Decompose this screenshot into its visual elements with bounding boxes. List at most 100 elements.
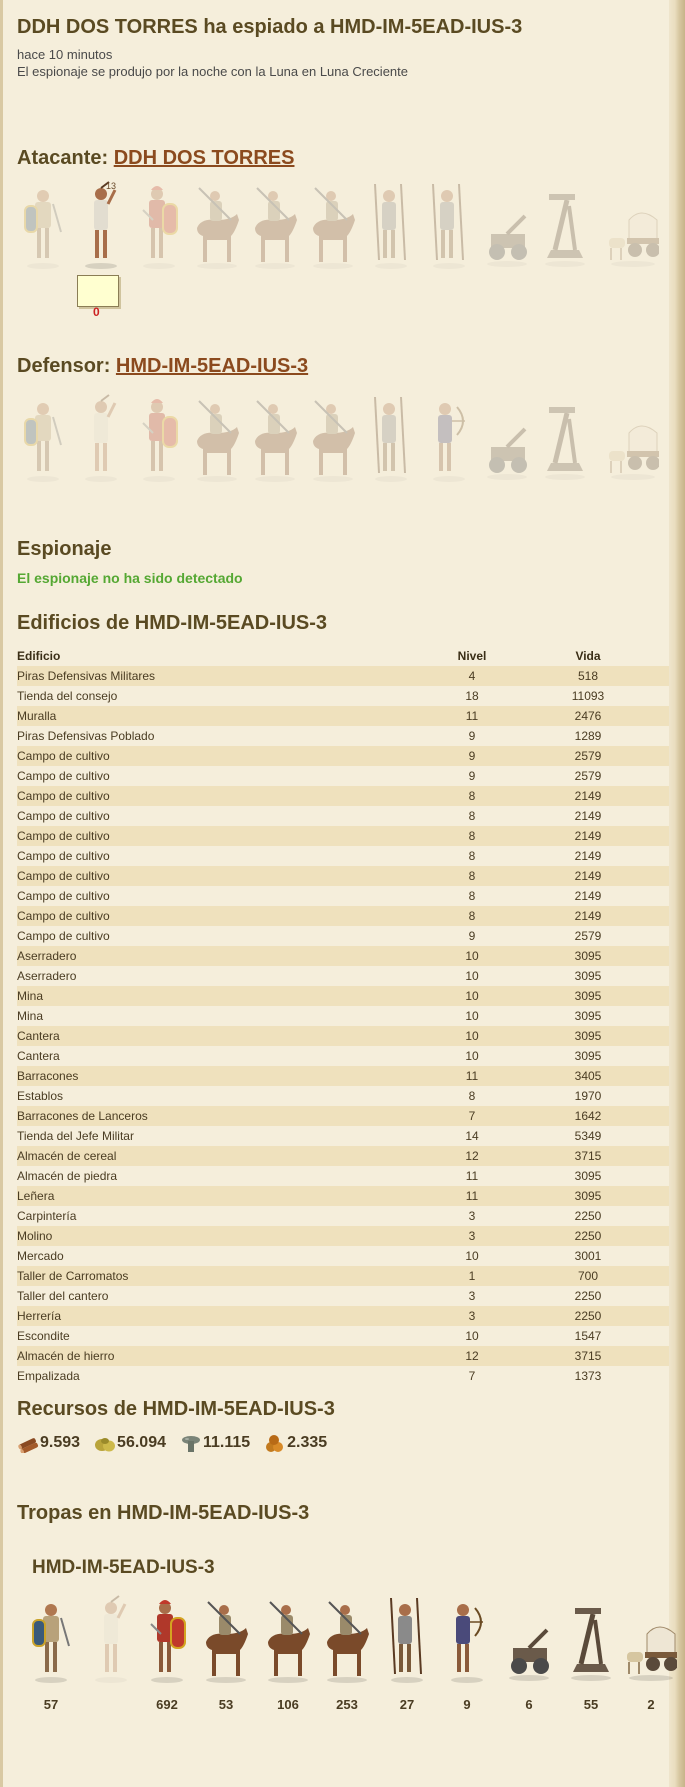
building-level-cell: 8 xyxy=(468,1089,476,1103)
attacker-unit-wagon-icon xyxy=(607,180,660,270)
troop-cavalry-icon xyxy=(200,1594,252,1684)
building-level-cell: 10 xyxy=(465,1009,479,1023)
report-title: DDH DOS TORRES ha espiado a HMD-IM-5EAD-… xyxy=(17,16,523,38)
building-level-cell: 11 xyxy=(465,1169,479,1183)
building-name-cell: Almacén de piedra xyxy=(17,1169,118,1183)
resource-wood-value: 9.593 xyxy=(40,1434,81,1451)
table-row: Establos 8 1970 xyxy=(17,1086,669,1106)
building-name-cell: Mercado xyxy=(17,1249,64,1263)
troop-count: 253 xyxy=(336,1697,358,1712)
building-level-cell: 10 xyxy=(465,1249,479,1263)
building-level-cell: 10 xyxy=(465,1049,479,1063)
troop-archer-icon xyxy=(441,1594,493,1684)
resource-iron: 2.335 xyxy=(264,1433,327,1453)
defender-unit-catapult-icon xyxy=(539,393,591,483)
attacker-units-row xyxy=(17,180,669,272)
building-level-cell: 18 xyxy=(465,689,479,703)
troop-swordsman-icon xyxy=(25,1594,77,1684)
building-health-cell: 5349 xyxy=(574,1129,602,1143)
defender-unit-spearman-icon xyxy=(365,393,417,483)
troop-cavalry-icon xyxy=(262,1594,314,1684)
report-time: hace 10 minutos xyxy=(17,47,113,62)
resource-cereal-value: 56.094 xyxy=(117,1434,166,1451)
buildings-heading: Edificios de HMD-IM-5EAD-IUS-3 xyxy=(17,612,328,634)
window-left-border xyxy=(0,0,3,1787)
building-health-cell: 1373 xyxy=(574,1369,602,1383)
building-level-cell: 9 xyxy=(468,769,476,783)
building-level-cell: 12 xyxy=(437,1146,507,1166)
building-name-cell: Barracones xyxy=(17,1066,437,1086)
stone-icon xyxy=(181,1436,200,1452)
troop-cavalry-icon xyxy=(321,1594,373,1684)
building-level-cell: 8 xyxy=(468,849,476,863)
table-row: Tienda del consejo 18 11093 xyxy=(17,686,669,706)
building-health-cell: 2250 xyxy=(574,1209,602,1223)
building-name-cell: Almacén de hierro xyxy=(17,1346,437,1366)
building-health-cell: 2476 xyxy=(507,706,669,726)
building-name-cell: Campo de cultivo xyxy=(17,849,110,863)
table-row: Taller de Carromatos 1 700 xyxy=(17,1266,669,1286)
building-level-cell: 8 xyxy=(437,866,507,886)
building-level-cell: 10 xyxy=(437,986,507,1006)
building-health-cell: 2149 xyxy=(507,906,669,926)
attacker-heading: Atacante: DDH DOS TORRES xyxy=(17,147,294,170)
attacker-unit-quantity-box[interactable] xyxy=(77,275,119,307)
building-health-cell: 518 xyxy=(507,666,669,686)
building-health-cell: 2149 xyxy=(574,889,602,903)
spy-status-text: El espionaje no ha sido detectado xyxy=(17,570,243,586)
building-name-cell: Carpintería xyxy=(17,1209,77,1223)
table-row: Campo de cultivo 8 2149 xyxy=(17,846,669,866)
scrollbar-track[interactable] xyxy=(669,0,685,1787)
attacker-unit-ballista-icon xyxy=(481,180,533,270)
building-level-cell: 8 xyxy=(437,826,507,846)
table-row: Almacén de cereal 12 3715 xyxy=(17,1146,669,1166)
table-row: Campo de cultivo 9 2579 xyxy=(17,926,669,946)
table-row: Tienda del Jefe Militar 14 5349 xyxy=(17,1126,669,1146)
defender-unit-archer-icon xyxy=(423,393,475,483)
iron-icon xyxy=(266,1435,284,1452)
troop-ballista-icon xyxy=(503,1594,555,1684)
building-level-cell: 1 xyxy=(437,1266,507,1286)
defender-link[interactable]: HMD-IM-5EAD-IUS-3 xyxy=(116,355,308,377)
troop-count: 57 xyxy=(43,1697,59,1712)
table-row: Almacén de hierro 12 3715 xyxy=(17,1346,669,1366)
troop-slinger-icon xyxy=(85,1594,137,1684)
building-health-cell: 1289 xyxy=(574,729,602,743)
spy-heading: Espionaje xyxy=(17,538,112,560)
building-name-cell: Establos xyxy=(17,1089,64,1103)
defender-units-row xyxy=(17,393,669,485)
building-level-cell: 11 xyxy=(437,1186,507,1206)
troop-count: 106 xyxy=(277,1697,299,1712)
building-health-cell: 2149 xyxy=(574,809,602,823)
building-name-cell: Campo de cultivo xyxy=(17,786,437,806)
building-health-cell: 2149 xyxy=(574,849,602,863)
building-level-cell: 3 xyxy=(437,1306,507,1326)
resources-row: 9.593 56.094 11.115 2.335 xyxy=(17,1432,341,1454)
defender-heading: Defensor: HMD-IM-5EAD-IUS-3 xyxy=(17,355,308,378)
building-level-cell: 8 xyxy=(468,809,476,823)
building-health-cell: 2250 xyxy=(574,1289,602,1303)
troop-count: 2 xyxy=(647,1697,655,1712)
column-header-building: Edificio xyxy=(17,649,61,663)
attacker-link[interactable]: DDH DOS TORRES xyxy=(114,147,295,169)
building-name-cell: Campo de cultivo xyxy=(17,809,110,823)
table-row: Campo de cultivo 8 2149 xyxy=(17,906,669,926)
table-row: Cantera 10 3095 xyxy=(17,1026,669,1046)
building-health-cell: 3715 xyxy=(507,1346,669,1366)
attacker-unit-catapult-icon xyxy=(539,180,591,270)
defender-unit-cavalry-icon xyxy=(307,393,359,483)
building-health-cell: 1547 xyxy=(574,1329,602,1343)
attacker-unit-spearman-icon xyxy=(365,180,417,270)
building-health-cell: 3095 xyxy=(574,969,602,983)
defender-unit-cavalry-icon xyxy=(249,393,301,483)
building-health-cell: 3095 xyxy=(507,946,669,966)
building-name-cell: Piras Defensivas Poblado xyxy=(17,729,155,743)
defender-label: Defensor: xyxy=(17,355,111,377)
building-health-cell: 3095 xyxy=(507,1186,669,1206)
attacker-label: Atacante: xyxy=(17,147,109,169)
building-health-cell: 3095 xyxy=(574,1009,602,1023)
troops-village-name: HMD-IM-5EAD-IUS-3 xyxy=(32,1557,215,1578)
building-name-cell: Mina xyxy=(17,986,437,1006)
building-name-cell: Almacén de cereal xyxy=(17,1146,437,1166)
building-level-cell: 10 xyxy=(465,969,479,983)
